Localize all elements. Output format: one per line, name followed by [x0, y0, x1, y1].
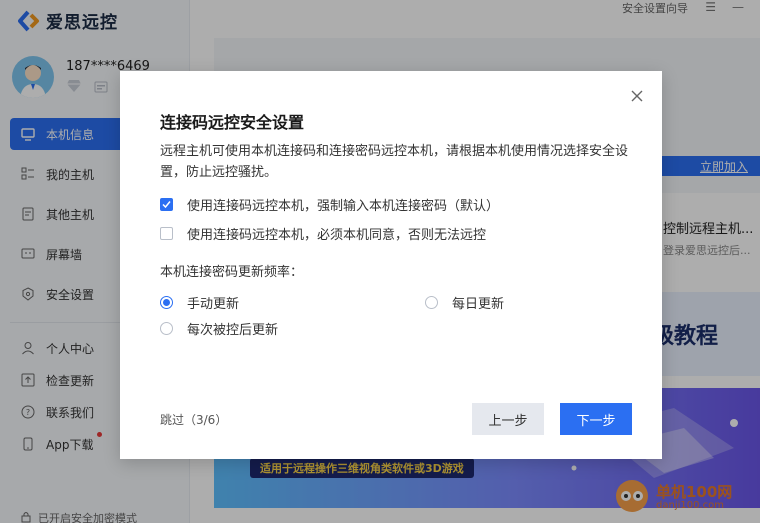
close-icon[interactable] [628, 87, 646, 105]
check-icon [162, 201, 171, 209]
radio-update-after-control[interactable]: 每次被控后更新 [160, 319, 278, 338]
skip-link[interactable]: 跳过（3/6） [160, 411, 227, 428]
radio-selected[interactable] [160, 296, 173, 309]
option-require-password[interactable]: 使用连接码远控本机，强制输入本机连接密码（默认） [160, 195, 499, 214]
radio-label: 手动更新 [187, 297, 240, 312]
checkbox-unchecked[interactable] [160, 227, 173, 240]
frequency-label: 本机连接密码更新频率： [160, 265, 304, 280]
next-step-button[interactable]: 下一步 [560, 403, 632, 435]
radio-daily-update[interactable]: 每日更新 [425, 293, 504, 312]
radio-unselected[interactable] [160, 322, 173, 335]
security-settings-dialog: 连接码远控安全设置 远程主机可使用本机连接码和连接密码远控本机，请根据本机使用情… [120, 71, 662, 459]
dialog-title: 连接码远控安全设置 [160, 113, 305, 132]
option-label: 使用连接码远控本机，强制输入本机连接密码（默认） [187, 199, 500, 214]
radio-manual-update[interactable]: 手动更新 [160, 293, 239, 312]
previous-step-button[interactable]: 上一步 [472, 403, 544, 435]
radio-label: 每次被控后更新 [187, 323, 279, 338]
dialog-description: 远程主机可使用本机连接码和连接密码远控本机，请根据本机使用情况选择安全设置，防止… [160, 144, 629, 180]
radio-label: 每日更新 [452, 297, 505, 312]
option-require-consent[interactable]: 使用连接码远控本机，必须本机同意，否则无法远控 [160, 224, 486, 243]
checkbox-checked[interactable] [160, 198, 173, 211]
radio-unselected[interactable] [425, 296, 438, 309]
option-label: 使用连接码远控本机，必须本机同意，否则无法远控 [187, 228, 487, 243]
